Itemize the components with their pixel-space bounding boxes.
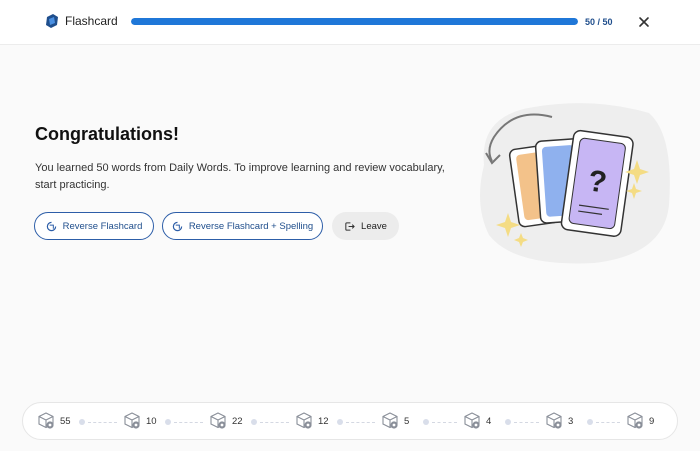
level-count: 10	[146, 415, 157, 427]
level-count: 9	[649, 415, 655, 427]
level-box-6[interactable]: 3	[545, 412, 573, 430]
reverse-flashcard-spelling-button[interactable]: Reverse Flashcard + Spelling	[162, 212, 323, 240]
completion-message: You learned 50 words from Daily Words. T…	[35, 162, 445, 191]
page-title: Congratulations!	[35, 124, 179, 144]
level-connector-line	[432, 422, 457, 423]
progress-text: 50 / 50	[585, 17, 613, 27]
level-count: 5	[404, 415, 410, 427]
box-level-6-icon	[546, 412, 562, 429]
level-connector-dot	[505, 419, 511, 425]
levels-bar: 55 10 22 12 5 4 3 9	[22, 402, 678, 440]
level-connector-line	[596, 422, 620, 423]
leave-button[interactable]: Leave	[332, 212, 399, 240]
level-connector-dot	[165, 419, 171, 425]
flashcards-illustration: ?	[480, 103, 670, 264]
level-count: 12	[318, 415, 329, 427]
level-count: 22	[232, 415, 243, 427]
top-bar: Flashcard 50 / 50	[0, 0, 700, 45]
level-box-4[interactable]: 5	[381, 412, 409, 430]
box-level-4-icon	[382, 412, 398, 429]
close-icon[interactable]	[636, 14, 652, 30]
level-connector-line	[260, 422, 289, 423]
level-box-2[interactable]: 22	[209, 412, 243, 430]
level-connector-line	[174, 422, 203, 423]
reverse-flashcard-button[interactable]: Reverse Flashcard	[34, 212, 154, 240]
box-level-2-icon	[210, 412, 226, 429]
level-connector-dot	[587, 419, 593, 425]
leave-label: Leave	[361, 220, 387, 232]
level-count: 4	[486, 415, 492, 427]
reverse-flashcard-label: Reverse Flashcard	[62, 220, 143, 232]
box-level-5-icon	[464, 412, 480, 429]
level-count: 55	[60, 415, 71, 427]
level-connector-line	[88, 422, 117, 423]
box-level-0-icon	[38, 412, 54, 429]
level-box-0[interactable]: 55	[37, 412, 71, 430]
progress-bar	[131, 18, 578, 25]
progress-fill	[131, 18, 578, 25]
box-level-done-icon	[627, 412, 643, 429]
reverse-flashcard-spelling-label: Reverse Flashcard + Spelling	[188, 220, 314, 232]
box-level-1-icon	[124, 412, 140, 429]
app-logo-icon	[46, 14, 58, 28]
box-level-3-icon	[296, 412, 312, 429]
level-connector-dot	[423, 419, 429, 425]
level-connector-dot	[337, 419, 343, 425]
level-connector-dot	[251, 419, 257, 425]
reverse-icon	[46, 221, 56, 231]
level-count: 3	[568, 415, 574, 427]
reverse-icon	[172, 221, 183, 231]
exit-icon	[345, 221, 355, 231]
level-connector-line	[514, 422, 539, 423]
app-title: Flashcard	[65, 14, 118, 28]
level-box-5[interactable]: 4	[463, 412, 491, 430]
level-box-3[interactable]: 12	[295, 412, 329, 430]
level-connector-dot	[79, 419, 85, 425]
level-box-7[interactable]: 9	[626, 412, 654, 430]
level-connector-line	[346, 422, 375, 423]
level-box-1[interactable]: 10	[123, 412, 157, 430]
